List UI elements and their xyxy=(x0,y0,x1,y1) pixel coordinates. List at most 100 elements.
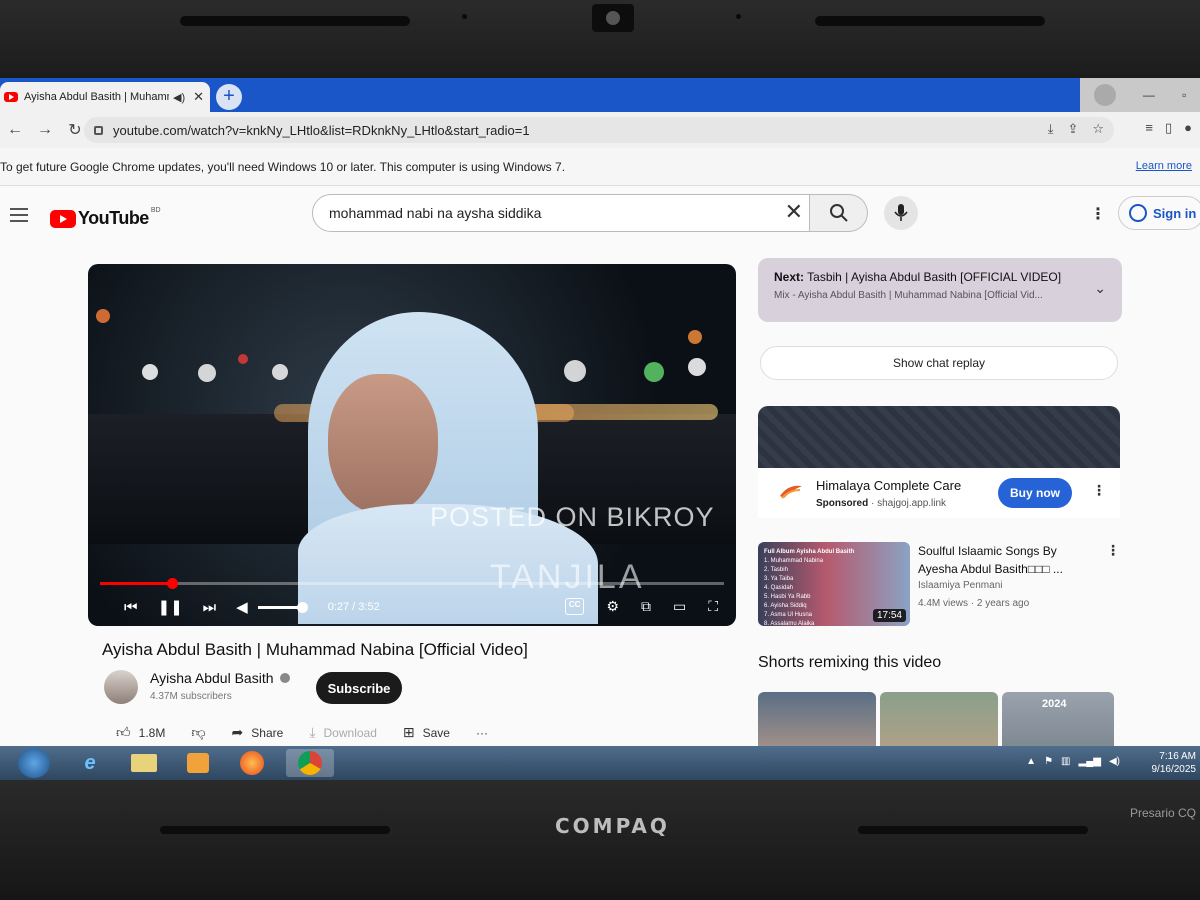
watermark-name: TANJILA xyxy=(490,558,645,596)
tab-youtube[interactable]: Ayisha Abdul Basith | Muhammad Nabina [O… xyxy=(0,82,210,112)
close-icon[interactable]: ✕ xyxy=(193,89,204,105)
volume-knob[interactable] xyxy=(296,601,308,613)
settings-kebab-icon[interactable]: ⋮ xyxy=(1090,204,1106,224)
share-button[interactable]: ➦ Share xyxy=(232,724,284,741)
thumbs-down-icon: 👎︎ xyxy=(191,724,206,740)
show-chat-replay-button[interactable]: Show chat replay xyxy=(760,346,1118,380)
next-icon[interactable]: ⏭ xyxy=(203,599,217,616)
search-input[interactable]: mohammad nabi na aysha siddika ✕ xyxy=(312,194,810,232)
tab-search-icon[interactable] xyxy=(1093,84,1116,106)
clock-date: 9/16/2025 xyxy=(1151,764,1197,775)
menu-icon[interactable] xyxy=(10,208,28,226)
learn-more-link[interactable]: Learn more xyxy=(1136,160,1192,172)
share-arrow-icon: ➦ xyxy=(231,724,244,740)
back-arrow-icon[interactable]: ← xyxy=(0,121,30,139)
youtube-page: YouTube BD mohammad nabi na aysha siddik… xyxy=(0,186,1200,780)
flag-icon[interactable]: ⚑ xyxy=(1044,756,1053,767)
maximize-icon[interactable]: ▫ xyxy=(1182,88,1186,102)
ad-kebab-icon[interactable]: ⋮ xyxy=(1092,482,1106,499)
install-icon[interactable]: ⤓ xyxy=(1048,121,1054,137)
search-button[interactable] xyxy=(810,194,868,232)
sign-in-button[interactable]: Sign in xyxy=(1118,196,1200,230)
minimize-icon[interactable]: — xyxy=(1143,88,1155,102)
new-tab-button[interactable]: + xyxy=(216,84,242,110)
recommended-title[interactable]: Soulful Islaamic Songs By Ayesha Abdul B… xyxy=(918,542,1098,578)
thumbnail-track-line: 3. Ya Taiba xyxy=(764,576,794,582)
more-actions-button[interactable]: ··· xyxy=(476,726,488,740)
subscribe-button[interactable]: Subscribe xyxy=(316,672,402,704)
progress-scrubber[interactable] xyxy=(167,578,179,589)
url-text[interactable]: youtube.com/watch?v=knkNy_LHtlo&list=RDk… xyxy=(113,123,530,138)
update-infobar: To get future Google Chrome updates, you… xyxy=(0,148,1200,186)
pause-icon[interactable]: ❚❚ xyxy=(158,598,183,616)
laptop-bezel-top xyxy=(0,0,1200,78)
recommended-thumbnail[interactable]: Full Album Ayisha Abdul Basith 1. Muhamma… xyxy=(758,542,910,626)
windows-taskbar: e ▲ ⚑ ▥ ▂▄▆ ◀) 7:16 AM 9/16/2025 xyxy=(0,746,1200,780)
side-panel-icon[interactable]: ▯ xyxy=(1165,120,1172,136)
signal-icon[interactable]: ▂▄▆ xyxy=(1079,756,1101,767)
next-label: Next: xyxy=(774,270,805,284)
reading-list-icon[interactable]: ≡ xyxy=(1145,120,1153,136)
ad-card[interactable]: Himalaya Complete Care Sponsored · shajg… xyxy=(758,468,1120,518)
video-duration: 17:54 xyxy=(872,609,906,622)
bokeh-light xyxy=(238,354,248,364)
voice-search-button[interactable] xyxy=(884,196,918,230)
fullscreen-icon[interactable]: ⛶ xyxy=(708,598,718,615)
speaker-icon[interactable]: ◀) xyxy=(173,91,185,104)
bokeh-light xyxy=(198,364,216,382)
thumbnail-track-line: 5. Hasbi Ya Rabb xyxy=(764,594,811,600)
bookmark-star-icon[interactable]: ☆ xyxy=(1092,121,1104,137)
up-next-card[interactable]: Next: Tasbih | Ayisha Abdul Basith [OFFI… xyxy=(758,258,1122,322)
avatar[interactable] xyxy=(104,670,138,704)
tray-up-arrow-icon[interactable]: ▲ xyxy=(1026,756,1036,767)
volume-tray-icon[interactable]: ◀) xyxy=(1109,756,1120,767)
ad-domain: shajgoj.app.link xyxy=(877,498,947,509)
recommended-channel[interactable]: Islaamiya Penmani xyxy=(918,580,1002,591)
start-button[interactable] xyxy=(18,748,50,778)
miniplayer-icon[interactable]: ⧉ xyxy=(641,598,651,615)
ad-sponsored: Sponsored · shajgoj.app.link xyxy=(816,498,947,509)
captions-icon[interactable]: CC xyxy=(564,598,585,615)
bezel-slot xyxy=(180,16,410,26)
clear-search-icon[interactable]: ✕ xyxy=(785,199,803,225)
next-line: Next: Tasbih | Ayisha Abdul Basith [OFFI… xyxy=(774,270,1106,284)
address-bar[interactable]: youtube.com/watch?v=knkNy_LHtlo&list=RDk… xyxy=(84,117,1114,143)
bokeh-light xyxy=(142,364,158,380)
like-button[interactable]: 👍︎ 1.8M xyxy=(116,724,165,741)
volume-slider[interactable] xyxy=(257,601,308,613)
ad-title[interactable]: Himalaya Complete Care xyxy=(816,478,961,493)
dislike-button[interactable]: 👎︎ xyxy=(191,724,205,741)
forward-arrow-icon[interactable]: → xyxy=(30,121,60,139)
profile-avatar-icon[interactable]: ● xyxy=(1184,120,1192,136)
theater-mode-icon[interactable]: ▭ xyxy=(673,598,686,615)
clock[interactable]: 7:16 AM 9/16/2025 xyxy=(1152,750,1197,776)
lock-icon[interactable] xyxy=(94,125,103,135)
gear-icon[interactable]: ⚙ xyxy=(606,598,619,615)
internet-explorer-icon[interactable]: e xyxy=(70,749,110,777)
previous-icon[interactable]: ⏮ xyxy=(124,599,138,616)
bokeh-light xyxy=(688,358,706,376)
country-code: BD xyxy=(150,207,161,214)
recommended-kebab-icon[interactable]: ⋮ xyxy=(1106,542,1120,559)
ad-banner-image[interactable] xyxy=(758,406,1120,468)
firefox-icon[interactable] xyxy=(232,749,272,777)
bezel-led xyxy=(736,14,741,19)
share-icon[interactable]: ⇪ xyxy=(1067,121,1078,137)
media-player-icon[interactable] xyxy=(178,749,218,777)
volume-icon[interactable]: ◀ xyxy=(236,598,248,616)
bokeh-light xyxy=(272,364,288,380)
chevron-down-icon[interactable]: ⌄ xyxy=(1094,280,1106,297)
window-controls: — ▫ xyxy=(1080,78,1200,112)
chrome-icon[interactable] xyxy=(286,749,334,777)
folder-icon[interactable] xyxy=(124,749,164,777)
download-button[interactable]: ⤓ Download xyxy=(309,724,377,741)
channel-name[interactable]: Ayisha Abdul Basith xyxy=(150,670,290,686)
channel-name-text[interactable]: Ayisha Abdul Basith xyxy=(150,670,274,686)
buy-now-button[interactable]: Buy now xyxy=(998,478,1072,508)
search-query[interactable]: mohammad nabi na aysha siddika xyxy=(329,205,541,221)
save-button[interactable]: ⊞ Save xyxy=(403,724,450,741)
thumbnail-track-line: 2. Tasbih xyxy=(764,567,788,573)
bokeh-light xyxy=(644,362,664,382)
youtube-logo[interactable]: YouTube BD xyxy=(50,207,161,229)
network-icon[interactable]: ▥ xyxy=(1061,756,1070,767)
